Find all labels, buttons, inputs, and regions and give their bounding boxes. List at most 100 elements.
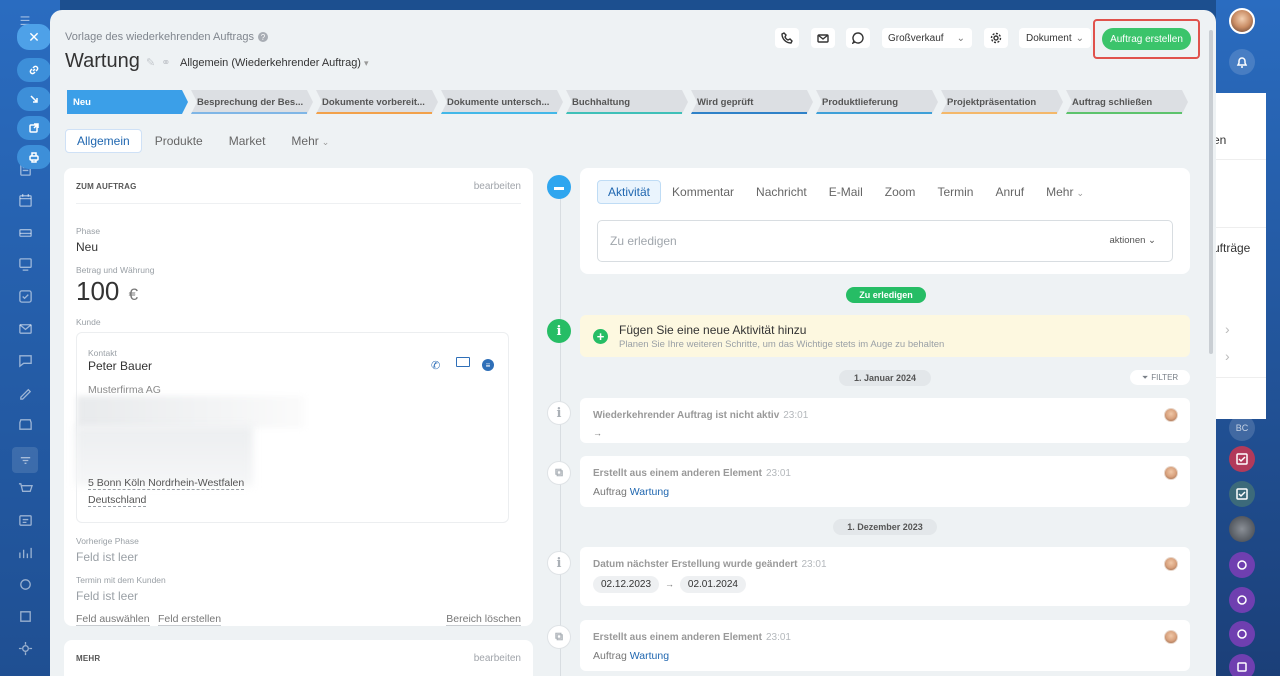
open-external-icon[interactable]: [17, 116, 51, 140]
chevron-down-icon: ▾: [363, 58, 369, 68]
mail-icon[interactable]: [456, 357, 470, 367]
stage-prepare-docs[interactable]: Dokumente vorbereit...: [316, 90, 438, 114]
stage-accounting[interactable]: Buchhaltung: [566, 90, 688, 114]
stage-delivery[interactable]: Produktlieferung: [816, 90, 938, 114]
sidebar-mail-icon[interactable]: [12, 319, 38, 337]
pencil-icon[interactable]: ✎: [146, 56, 155, 69]
right-avatar[interactable]: [1229, 516, 1255, 542]
address-line[interactable]: 5 Bonn Köln Nordrhein-Westfalen: [88, 475, 245, 490]
create-field-link[interactable]: Feld erstellen: [158, 613, 222, 626]
download-icon[interactable]: [17, 87, 51, 111]
phone-button[interactable]: [775, 28, 799, 48]
phone-icon[interactable]: ✆: [431, 359, 440, 372]
stage-new[interactable]: Neu: [67, 90, 188, 114]
tab-email[interactable]: E-Mail: [818, 180, 874, 204]
sidebar-chat-icon[interactable]: [12, 351, 38, 369]
add-activity-banner[interactable]: + Fügen Sie eine neue Aktivität hinzu Pl…: [580, 315, 1190, 357]
info-icon: i: [547, 401, 571, 425]
stage-indicator: [816, 112, 932, 114]
sidebar-sign-icon[interactable]: [12, 383, 38, 401]
stage-presentation[interactable]: Projektpräsentation: [941, 90, 1063, 114]
link-icon[interactable]: [17, 58, 51, 82]
link-icon[interactable]: ⚭: [161, 56, 170, 69]
bell-icon[interactable]: [1229, 49, 1255, 75]
avatar[interactable]: [1164, 466, 1178, 480]
edit-link[interactable]: bearbeiten: [474, 181, 521, 192]
filter-button[interactable]: ⏷ FILTER: [1130, 370, 1190, 385]
event-body: 02.12.2023 → 02.01.2024: [593, 576, 746, 593]
sidebar-cart-icon[interactable]: [12, 479, 38, 497]
right-task-icon[interactable]: [1229, 446, 1255, 472]
stage-sign-docs[interactable]: Dokumente untersch...: [441, 90, 563, 114]
tab-general[interactable]: Allgemein: [65, 129, 142, 153]
contact-name[interactable]: Peter Bauer: [88, 359, 152, 373]
right-task-icon-2[interactable]: [1229, 481, 1255, 507]
avatar[interactable]: [1164, 557, 1178, 571]
tab-activity[interactable]: Aktivität: [597, 180, 662, 204]
stage-indicator: [191, 112, 307, 114]
right-app-icon-1[interactable]: [1229, 552, 1255, 578]
tab-message[interactable]: Nachricht: [745, 180, 818, 204]
chevron-down-icon: ⌄: [956, 32, 965, 44]
delete-section-link[interactable]: Bereich löschen: [446, 613, 521, 626]
right-app-icon-2[interactable]: [1229, 587, 1255, 613]
sidebar-store-icon[interactable]: [12, 415, 38, 433]
category-selector[interactable]: Allgemein (Wiederkehrender Auftrag) ▾: [180, 57, 369, 69]
stage-label: Besprechung der Bes...: [197, 96, 304, 108]
stage-indicator: [1066, 112, 1182, 114]
sidebar-drive-icon[interactable]: [12, 223, 38, 241]
settings-button[interactable]: [984, 28, 1008, 48]
sidebar-automation-icon[interactable]: [12, 575, 38, 593]
sidebar-tasks-icon[interactable]: [12, 287, 38, 305]
old-date: 02.12.2023: [593, 576, 660, 593]
event-body-prefix: Auftrag: [593, 650, 627, 662]
tab-products[interactable]: Produkte: [142, 129, 216, 153]
close-icon[interactable]: ✕: [17, 24, 51, 50]
avatar[interactable]: [1164, 630, 1178, 644]
sidebar-contacts-icon[interactable]: [12, 511, 38, 529]
sidebar-analytics-icon[interactable]: [12, 543, 38, 561]
tab-call[interactable]: Anruf: [984, 180, 1035, 204]
tab-more[interactable]: Mehr ⌄: [278, 129, 342, 153]
right-app-icon-4[interactable]: [1229, 654, 1255, 676]
sidebar-calendar-icon[interactable]: [12, 191, 38, 209]
stage-close[interactable]: Auftrag schließen: [1066, 90, 1188, 114]
activity-tabs: Aktivität Kommentar Nachricht E-Mail Zoo…: [597, 180, 1095, 204]
print-icon[interactable]: [17, 145, 51, 169]
actions-dropdown[interactable]: aktionen ⌄: [1109, 235, 1156, 246]
help-icon[interactable]: ?: [257, 32, 268, 42]
country-line[interactable]: Deutschland: [88, 492, 147, 507]
create-order-button[interactable]: Auftrag erstellen: [1102, 28, 1191, 50]
right-app-icon-3[interactable]: [1229, 621, 1255, 647]
scrollbar[interactable]: [1209, 30, 1213, 354]
chat-icon[interactable]: ≡: [482, 359, 494, 371]
plus-icon[interactable]: +: [593, 329, 608, 344]
order-link[interactable]: Wartung: [630, 486, 669, 498]
mail-button[interactable]: [811, 28, 835, 48]
sidebar-crm-icon[interactable]: [12, 447, 38, 473]
stage-review[interactable]: Wird geprüft: [691, 90, 813, 114]
avatar[interactable]: [1164, 408, 1178, 422]
todo-input[interactable]: Zu erledigen aktionen ⌄: [597, 220, 1173, 262]
tab-meeting[interactable]: Termin: [926, 180, 984, 204]
chat-button[interactable]: [846, 28, 870, 48]
sidebar-sites-icon[interactable]: [12, 607, 38, 625]
sidebar-settings-icon[interactable]: [12, 639, 38, 657]
sidebar-board-icon[interactable]: [12, 255, 38, 273]
user-avatar[interactable]: [1229, 8, 1255, 34]
document-button[interactable]: Dokument ⌄: [1019, 28, 1091, 48]
background-panel-item-2: ufträge: [1213, 241, 1251, 255]
tab-zoom[interactable]: Zoom: [874, 180, 927, 204]
select-field-link[interactable]: Feld auswählen: [76, 613, 150, 626]
order-link[interactable]: Wartung: [630, 650, 669, 662]
tab-market[interactable]: Market: [216, 129, 279, 153]
date-separator: 1. Dezember 2023: [833, 519, 937, 535]
tab-comment[interactable]: Kommentar: [661, 180, 745, 204]
stage-discussion[interactable]: Besprechung der Bes...: [191, 90, 313, 114]
chevron-right-icon[interactable]: ›: [1225, 321, 1230, 337]
chevron-right-icon-2[interactable]: ›: [1225, 348, 1230, 364]
pipeline-select[interactable]: Großverkauf ⌄: [882, 28, 972, 48]
blurred-address: [77, 396, 305, 428]
tab-activity-more[interactable]: Mehr ⌄: [1035, 180, 1095, 204]
edit-link-more[interactable]: bearbeiten: [474, 653, 521, 664]
